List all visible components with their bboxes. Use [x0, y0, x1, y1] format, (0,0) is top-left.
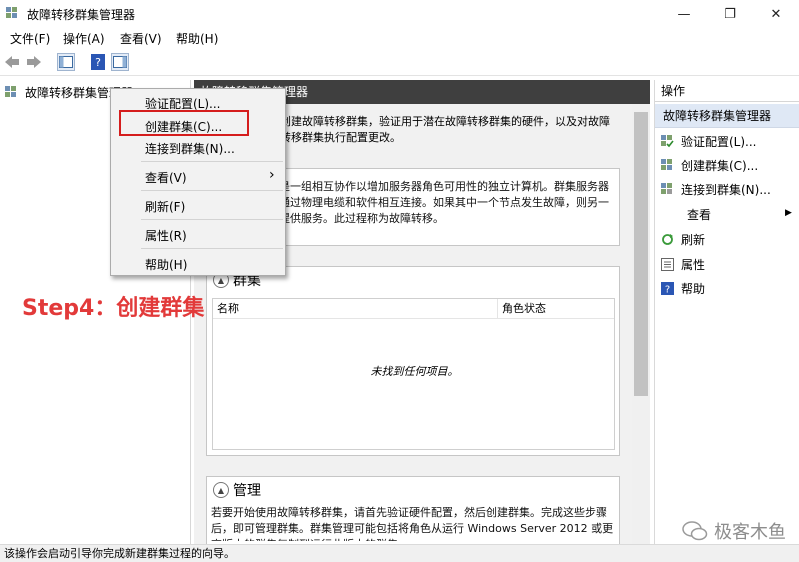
svg-text:?: ?: [665, 285, 670, 296]
action-label: 创建群集(C)...: [681, 159, 759, 173]
title-bar: 故障转移群集管理器 — ❐ ✕: [0, 0, 799, 28]
maximize-button[interactable]: ❐: [707, 0, 753, 28]
menu-separator: [141, 248, 283, 249]
action-help[interactable]: ? 帮助: [661, 280, 705, 297]
close-button[interactable]: ✕: [753, 0, 799, 28]
actions-header: 操作: [655, 80, 799, 102]
show-action-pane-icon[interactable]: [111, 53, 129, 71]
refresh-icon: [661, 233, 674, 246]
action-view[interactable]: 查看: [687, 206, 711, 223]
menu-bar: 文件(F) 操作(A) 查看(V) 帮助(H): [0, 28, 799, 48]
cluster-manager-icon: [6, 7, 17, 18]
menu-view[interactable]: 查看(V): [120, 30, 162, 47]
manage-panel: ▲ 管理 若要开始使用故障转移群集，请首先验证硬件配置，然后创建群集。完成这些步…: [206, 476, 620, 544]
action-label: 查看: [687, 208, 712, 222]
step-annotation: Step4：创建群集: [22, 296, 205, 321]
empty-message: 未找到任何项目。: [370, 365, 459, 378]
context-menu-view[interactable]: 查看(V): [145, 169, 187, 186]
intro-text: 创建故障转移群集，验证用于潜在故障转移群集的硬件，以及对故障转移群集执行配置更改…: [280, 115, 610, 144]
cluster-manager-icon: [5, 86, 16, 97]
menu-file[interactable]: 文件(F): [10, 30, 50, 47]
action-properties[interactable]: 属性: [661, 256, 705, 273]
submenu-chevron-icon: ›: [269, 167, 275, 183]
context-menu-refresh[interactable]: 刷新(F): [145, 198, 185, 215]
action-label: 验证配置(L)...: [681, 135, 757, 149]
submenu-arrow-icon: ▶: [785, 208, 792, 218]
action-label: 帮助: [681, 282, 706, 296]
actions-pane: 操作 故障转移群集管理器 验证配置(L)... 创建群集(C)... 连接到群集…: [654, 80, 799, 544]
context-menu-properties[interactable]: 属性(R): [145, 227, 187, 244]
scrollbar-thumb[interactable]: [634, 112, 648, 396]
column-header-name[interactable]: 名称: [213, 299, 498, 319]
context-menu-help[interactable]: 帮助(H): [145, 256, 187, 273]
vertical-scrollbar[interactable]: [632, 104, 650, 544]
status-bar: 该操作会启动引导你完成新建群集过程的向导。: [0, 544, 799, 562]
connect-cluster-icon: [661, 183, 674, 196]
menu-separator: [141, 219, 283, 220]
action-validate[interactable]: 验证配置(L)...: [661, 133, 757, 150]
action-connect-cluster[interactable]: 连接到群集(N)...: [661, 181, 771, 198]
action-label: 连接到群集(N)...: [681, 183, 771, 197]
watermark: 极客木鱼: [682, 518, 786, 544]
help-icon: ?: [661, 282, 674, 295]
show-tree-icon[interactable]: [57, 53, 75, 71]
window-title: 故障转移群集管理器: [27, 8, 136, 22]
forward-icon[interactable]: [25, 53, 43, 71]
minimize-button[interactable]: —: [661, 0, 707, 28]
properties-icon: [661, 258, 674, 271]
menu-separator: [141, 161, 283, 162]
collapse-icon[interactable]: ▲: [213, 482, 229, 498]
wechat-icon: [682, 521, 708, 541]
toolbar: ?: [0, 48, 799, 76]
manage-title: 管理: [233, 483, 261, 499]
action-create-cluster[interactable]: 创建群集(C)...: [661, 157, 758, 174]
clusters-table: 名称 角色状态 未找到任何项目。: [212, 298, 615, 450]
menu-help[interactable]: 帮助(H): [176, 30, 218, 47]
highlight-box: [119, 110, 249, 136]
help-toolbar-icon[interactable]: ?: [89, 53, 107, 71]
menu-separator: [141, 190, 283, 191]
action-label: 属性: [681, 258, 706, 272]
action-label: 刷新: [681, 233, 706, 247]
action-refresh[interactable]: 刷新: [661, 231, 705, 248]
svg-text:?: ?: [95, 56, 101, 69]
back-icon[interactable]: [3, 53, 21, 71]
actions-section[interactable]: 故障转移群集管理器: [655, 104, 799, 128]
create-cluster-icon: [661, 159, 674, 172]
context-menu-connect[interactable]: 连接到群集(N)...: [145, 140, 235, 157]
column-header-role-status[interactable]: 角色状态: [498, 299, 614, 319]
validate-icon: [661, 135, 674, 148]
watermark-text: 极客木鱼: [714, 522, 786, 543]
manage-text: 若要开始使用故障转移群集，请首先验证硬件配置，然后创建群集。完成这些步骤后，即可…: [211, 506, 614, 541]
menu-action[interactable]: 操作(A): [63, 30, 105, 47]
